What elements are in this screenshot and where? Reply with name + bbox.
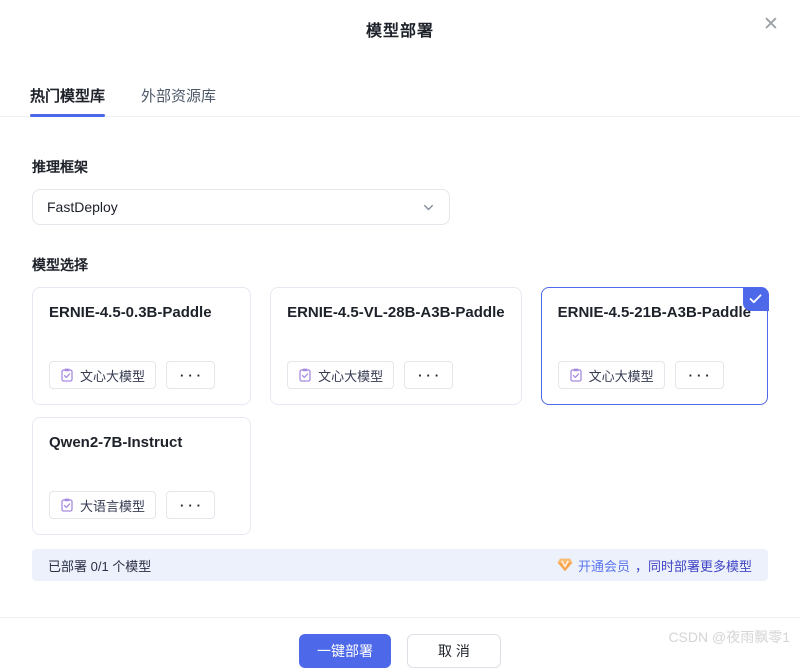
clipboard-check-icon xyxy=(60,498,74,512)
model-card-ernie-0-3b[interactable]: ERNIE-4.5-0.3B-Paddle 文心大模型 ··· xyxy=(32,287,251,405)
model-tag-chip: 文心大模型 xyxy=(558,361,665,389)
one-click-deploy-button[interactable]: 一键部署 xyxy=(299,634,391,668)
deployed-count-text: 已部署 0/1 个模型 xyxy=(48,556,151,575)
tab-bar: 热门模型库 外部资源库 xyxy=(0,85,800,117)
vip-upgrade-link[interactable]: 开通会员 ，同时部署更多模型 xyxy=(557,556,752,575)
dialog-header: 模型部署 ✕ xyxy=(0,0,800,41)
check-icon xyxy=(749,294,762,304)
model-name: ERNIE-4.5-VL-28B-A3B-Paddle xyxy=(287,304,505,321)
model-section-label: 模型选择 xyxy=(32,255,768,275)
tab-external-resource-library[interactable]: 外部资源库 xyxy=(141,85,216,116)
more-tags-button[interactable]: ··· xyxy=(404,361,453,389)
model-card-ernie-vl-28b[interactable]: ERNIE-4.5-VL-28B-A3B-Paddle 文心大模型 ··· xyxy=(270,287,522,405)
chevron-down-icon xyxy=(422,201,435,214)
model-tag-label: 文心大模型 xyxy=(318,366,383,385)
framework-selected-value: FastDeploy xyxy=(47,199,118,215)
vip-link-text: 开通会员 xyxy=(578,556,630,575)
framework-section-label: 推理框架 xyxy=(32,157,768,177)
model-card-grid: ERNIE-4.5-0.3B-Paddle 文心大模型 ··· ERNIE-4.… xyxy=(32,287,768,535)
dialog-footer: 一键部署 取 消 xyxy=(0,617,800,668)
tag-row: 文心大模型 ··· xyxy=(558,361,724,389)
more-tags-button[interactable]: ··· xyxy=(675,361,724,389)
model-card-qwen2-7b[interactable]: Qwen2-7B-Instruct 大语言模型 ··· xyxy=(32,417,251,535)
model-name: Qwen2-7B-Instruct xyxy=(49,434,234,451)
model-tag-chip: 大语言模型 xyxy=(49,491,156,519)
model-card-ernie-21b-selected[interactable]: ERNIE-4.5-21B-A3B-Paddle 文心大模型 ··· xyxy=(541,287,768,405)
model-name: ERNIE-4.5-0.3B-Paddle xyxy=(49,304,234,321)
close-button[interactable]: ✕ xyxy=(760,13,782,35)
active-tab-underline xyxy=(30,114,105,117)
vip-badge-icon xyxy=(557,558,573,572)
deploy-status-bar: 已部署 0/1 个模型 开通会员 ，同时部署更多模型 xyxy=(32,549,768,581)
model-tag-label: 大语言模型 xyxy=(80,496,145,515)
vip-suffix-text: ，同时部署更多模型 xyxy=(635,556,752,575)
clipboard-check-icon xyxy=(569,368,583,382)
model-tag-chip: 文心大模型 xyxy=(287,361,394,389)
clipboard-check-icon xyxy=(60,368,74,382)
model-tag-chip: 文心大模型 xyxy=(49,361,156,389)
tab-label: 热门模型库 xyxy=(30,88,105,105)
model-tag-label: 文心大模型 xyxy=(80,366,145,385)
clipboard-check-icon xyxy=(298,368,312,382)
more-tags-button[interactable]: ··· xyxy=(166,361,215,389)
close-icon: ✕ xyxy=(763,15,779,34)
more-tags-button[interactable]: ··· xyxy=(166,491,215,519)
tab-hot-model-library[interactable]: 热门模型库 xyxy=(30,85,105,116)
framework-select[interactable]: FastDeploy xyxy=(32,189,450,225)
tag-row: 文心大模型 ··· xyxy=(287,361,453,389)
dialog-title: 模型部署 xyxy=(366,23,434,40)
model-name: ERNIE-4.5-21B-A3B-Paddle xyxy=(558,304,751,321)
tab-label: 外部资源库 xyxy=(141,88,216,105)
cancel-button[interactable]: 取 消 xyxy=(407,634,501,668)
tag-row: 大语言模型 ··· xyxy=(49,491,215,519)
selected-badge xyxy=(743,287,769,311)
model-tag-label: 文心大模型 xyxy=(589,366,654,385)
tag-row: 文心大模型 ··· xyxy=(49,361,215,389)
